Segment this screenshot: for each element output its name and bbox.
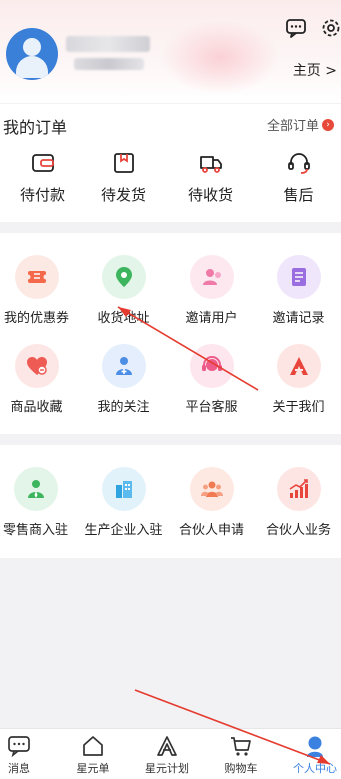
tab-label: 星元计划	[145, 762, 189, 775]
services-grid-card: 我的优惠券 收货地址 邀请用户 邀请记录 商品收藏 我的关注 平台客服 关于我们	[0, 233, 341, 434]
cart-icon	[231, 737, 251, 756]
partner-group-icon	[189, 467, 234, 511]
invite-users-item[interactable]: 邀请用户	[169, 255, 254, 326]
all-orders-link[interactable]: 全部订单 ›	[267, 115, 334, 134]
order-pending-shipment[interactable]: 待发货	[81, 150, 166, 205]
service-label: 我的优惠券	[3, 311, 69, 326]
tab-label: 消息	[8, 762, 30, 775]
partner-apply-item[interactable]: 合伙人申请	[169, 467, 254, 538]
tab-personal-center[interactable]: 个人中心	[281, 735, 341, 776]
tab-label: 个人中心	[293, 762, 337, 775]
all-orders-label: 全部订单	[266, 119, 319, 134]
about-us-icon	[276, 344, 321, 388]
follow-user-icon	[101, 344, 146, 388]
order-after-sales[interactable]: 售后	[256, 150, 341, 205]
tab-xingyuan-plan[interactable]: 星元计划	[133, 735, 201, 776]
retailer-icon	[13, 467, 58, 511]
chevron-right-icon: ›	[322, 118, 334, 131]
invite-records-item[interactable]: 邀请记录	[256, 255, 341, 326]
service-label: 商品收藏	[10, 400, 63, 415]
service-label: 收货地址	[97, 311, 150, 326]
bottom-tab-bar: 消息 星元单 星元计划 购物车 个人中心	[0, 728, 341, 779]
headset-icon	[287, 153, 310, 174]
customer-service-icon	[189, 344, 234, 388]
tab-xingyuan-order[interactable]: 星元单	[59, 735, 127, 776]
service-label: 邀请记录	[272, 311, 325, 326]
order-item-label: 待付款	[19, 186, 65, 204]
tab-cart[interactable]: 购物车	[207, 735, 275, 776]
partner-grid-card: 零售商入驻 生产企业入驻 合伙人申请 合伙人业务	[0, 445, 341, 558]
service-label: 邀请用户	[185, 311, 238, 326]
avatar[interactable]	[6, 28, 58, 80]
tab-label: 购物车	[224, 762, 258, 775]
partner-label: 生产企业入驻	[84, 523, 163, 538]
location-pin-icon	[101, 255, 146, 299]
profile-header: 主页 >	[0, 0, 341, 103]
shipping-address-item[interactable]: 收货地址	[81, 255, 166, 326]
order-item-label: 售后	[283, 186, 314, 204]
order-item-label: 待收货	[187, 186, 233, 204]
my-orders-card: 我的订单 全部订单 › 待付款 待发货 待收货 售后	[0, 104, 341, 222]
favorites-item[interactable]: 商品收藏	[0, 344, 79, 415]
username-blurred	[66, 36, 150, 52]
service-label: 平台客服	[185, 400, 238, 415]
my-coupons-item[interactable]: 我的优惠券	[0, 255, 79, 326]
partner-label: 零售商入驻	[2, 523, 68, 538]
customer-service-item[interactable]: 平台客服	[169, 344, 254, 415]
growth-chart-icon	[276, 467, 321, 511]
tab-messages[interactable]: 消息	[0, 735, 53, 776]
heart-favorite-icon	[14, 344, 59, 388]
message-icon	[8, 736, 30, 757]
about-us-item[interactable]: 关于我们	[256, 344, 341, 415]
retailer-join-item[interactable]: 零售商入驻	[0, 467, 78, 538]
order-pending-payment[interactable]: 待付款	[0, 150, 85, 205]
blurred-background	[160, 20, 280, 95]
order-item-label: 待发货	[100, 186, 146, 204]
partner-business-item[interactable]: 合伙人业务	[256, 467, 341, 538]
record-list-icon	[276, 255, 321, 299]
user-profile-icon	[307, 736, 323, 757]
partner-label: 合伙人业务	[265, 523, 331, 538]
home-icon	[83, 736, 103, 756]
gift-box-icon	[113, 153, 134, 173]
service-label: 我的关注	[97, 400, 150, 415]
delivery-truck-icon	[199, 156, 222, 173]
message-icon[interactable]	[285, 17, 307, 39]
invite-users-icon	[189, 255, 234, 299]
my-follows-item[interactable]: 我的关注	[81, 344, 166, 415]
coupon-icon	[14, 255, 59, 299]
user-id-blurred	[74, 58, 144, 70]
settings-gear-icon[interactable]	[320, 17, 341, 39]
manufacturer-join-item[interactable]: 生产企业入驻	[81, 467, 166, 538]
order-pending-receipt[interactable]: 待收货	[168, 150, 253, 205]
factory-icon	[101, 467, 146, 511]
service-label: 关于我们	[272, 400, 325, 415]
my-orders-title: 我的订单	[3, 118, 68, 137]
plan-a-icon	[157, 736, 177, 756]
tab-label: 星元单	[76, 762, 110, 775]
partner-label: 合伙人申请	[178, 523, 244, 538]
wallet-icon	[31, 154, 54, 172]
homepage-link[interactable]: 主页 >	[293, 60, 337, 80]
